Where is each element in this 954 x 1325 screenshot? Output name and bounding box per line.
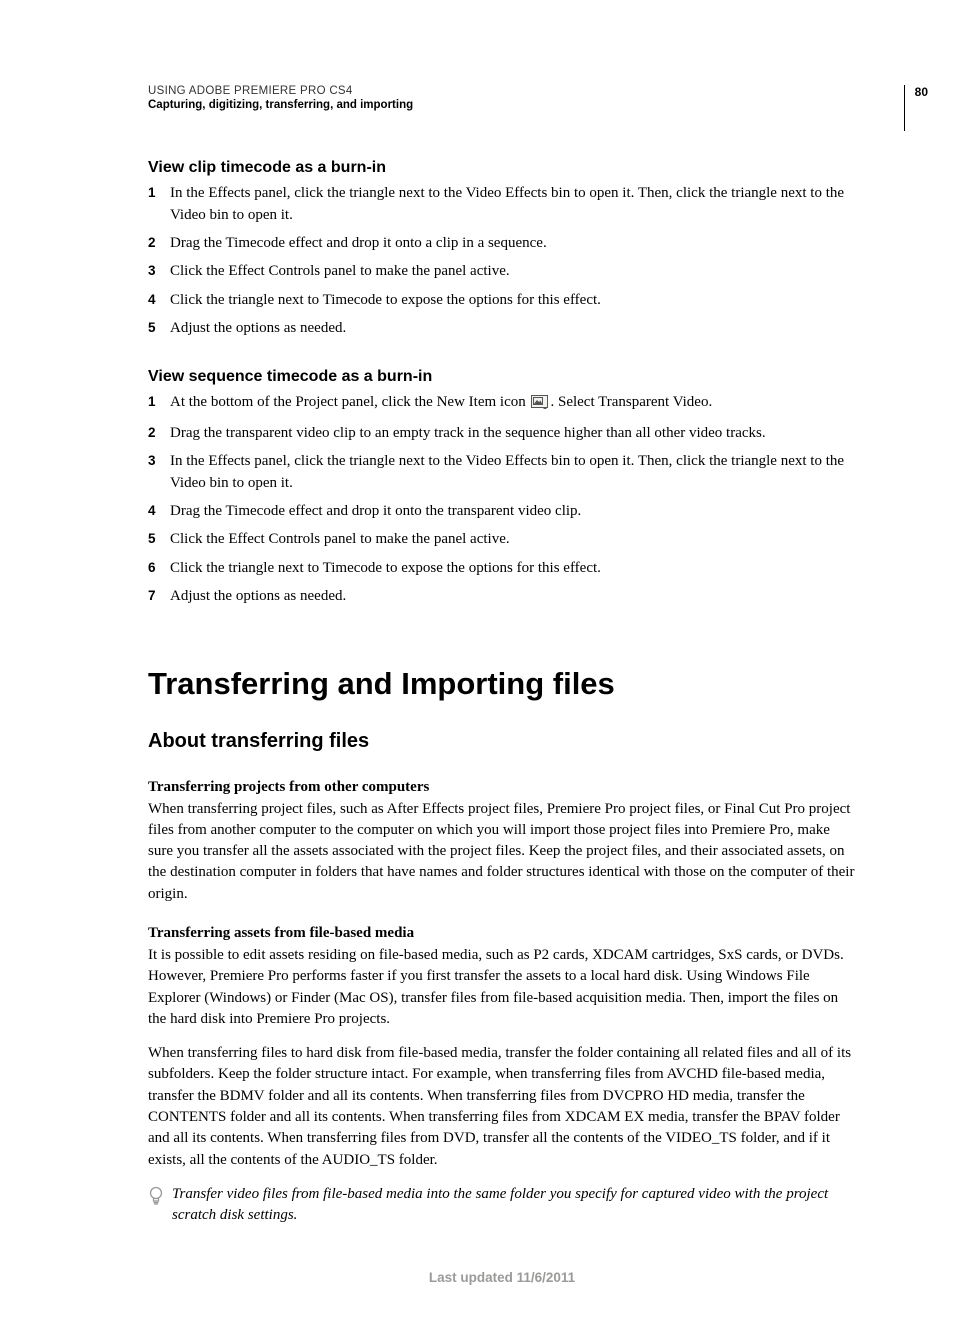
list-item: Adjust the options as needed. (148, 586, 856, 608)
list-item: Drag the Timecode effect and drop it ont… (148, 233, 856, 255)
list-item: Drag the transparent video clip to an em… (148, 423, 856, 445)
page-header: USING ADOBE PREMIERE PRO CS4 Capturing, … (148, 85, 856, 111)
tip-text: Transfer video files from file-based med… (172, 1184, 856, 1226)
body-paragraph: It is possible to edit assets residing o… (148, 945, 856, 1030)
list-item: In the Effects panel, click the triangle… (148, 451, 856, 495)
tip-block: Transfer video files from file-based med… (148, 1184, 856, 1226)
list-item: At the bottom of the Project panel, clic… (148, 392, 856, 417)
body-paragraph: When transferring project files, such as… (148, 799, 856, 905)
body-paragraph: When transferring files to hard disk fro… (148, 1043, 856, 1171)
page-number: 80 (904, 85, 928, 131)
header-chapter: Capturing, digitizing, transferring, and… (148, 99, 856, 111)
list-item: Click the triangle next to Timecode to e… (148, 558, 856, 580)
list-item: Adjust the options as needed. (148, 318, 856, 340)
step-text-b: . Select Transparent Video. (550, 394, 712, 410)
step-text-a: At the bottom of the Project panel, clic… (170, 394, 529, 410)
document-page: USING ADOBE PREMIERE PRO CS4 Capturing, … (0, 0, 954, 1325)
list-item: Click the Effect Controls panel to make … (148, 529, 856, 551)
new-item-icon (531, 395, 548, 417)
paragraph-heading: Transferring projects from other compute… (148, 779, 856, 796)
topic-heading: About transferring files (148, 730, 856, 753)
chapter-heading: Transferring and Importing files (148, 666, 856, 702)
steps-list-sequence-timecode: At the bottom of the Project panel, clic… (148, 392, 856, 608)
subheading-view-clip-timecode: View clip timecode as a burn-in (148, 159, 856, 177)
paragraph-heading: Transferring assets from file-based medi… (148, 925, 856, 942)
subheading-view-sequence-timecode: View sequence timecode as a burn-in (148, 368, 856, 386)
list-item: Click the triangle next to Timecode to e… (148, 290, 856, 312)
page-footer: Last updated 11/6/2011 (148, 1270, 856, 1285)
list-item: In the Effects panel, click the triangle… (148, 183, 856, 227)
lightbulb-icon (148, 1186, 164, 1213)
list-item: Drag the Timecode effect and drop it ont… (148, 501, 856, 523)
header-product: USING ADOBE PREMIERE PRO CS4 (148, 85, 856, 97)
steps-list-clip-timecode: In the Effects panel, click the triangle… (148, 183, 856, 340)
list-item: Click the Effect Controls panel to make … (148, 261, 856, 283)
